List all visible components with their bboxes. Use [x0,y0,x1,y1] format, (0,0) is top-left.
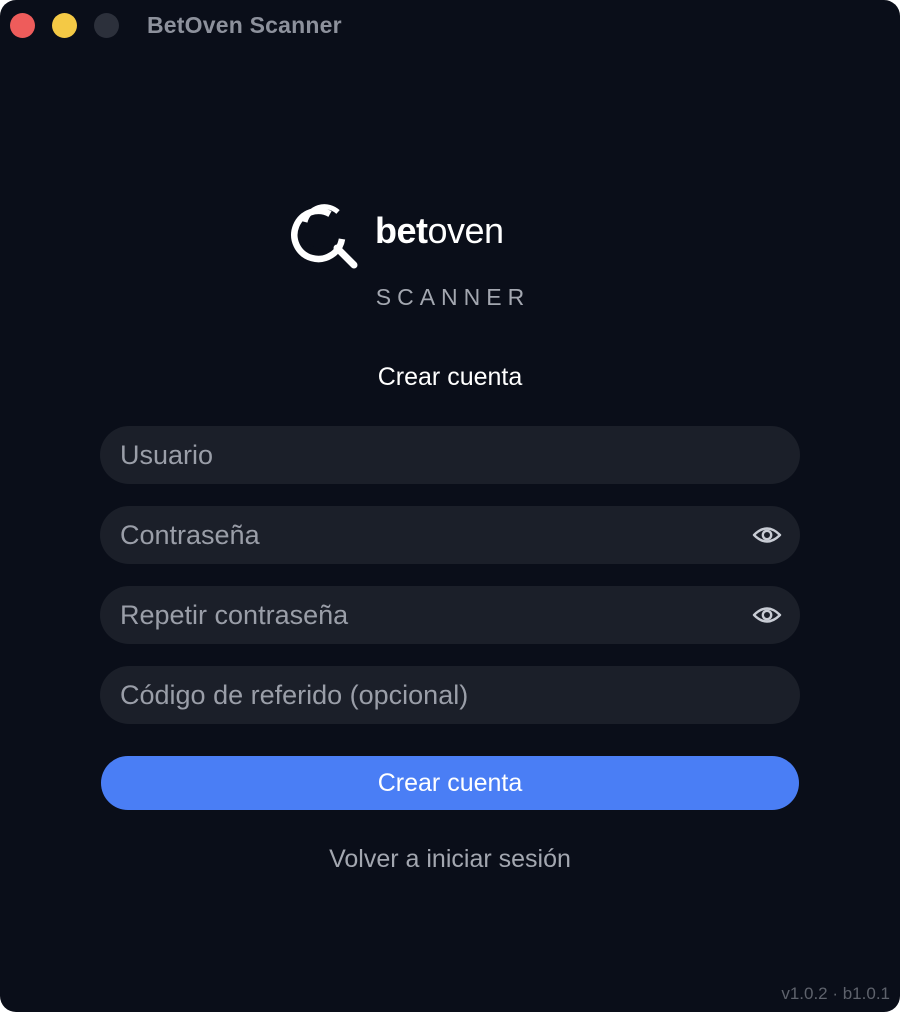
app-window: BetOven Scanner betoven SCANNER Crear cu… [0,0,900,1012]
username-field[interactable] [100,426,800,484]
password-input[interactable] [120,506,740,564]
brand-word-bold: bet [375,210,428,251]
magnifier-logo-icon [291,204,358,269]
window-title: BetOven Scanner [147,12,342,38]
title-bar[interactable]: BetOven Scanner [0,0,900,52]
eye-icon[interactable] [752,522,782,548]
brand-logo: betoven [290,198,610,278]
password-field[interactable] [100,506,800,564]
referral-code-input[interactable] [120,666,740,724]
brand-word-regular: oven [427,210,505,251]
brand-subtitle: SCANNER [375,284,531,310]
repeat-password-field[interactable] [100,586,800,644]
username-input[interactable] [120,426,740,484]
version-label: v1.0.2 · b1.0.1 [781,984,890,1003]
minimize-window-button[interactable] [52,13,77,38]
eye-icon[interactable] [752,602,782,628]
close-window-button[interactable] [10,13,35,38]
create-account-button[interactable]: Crear cuenta [101,756,799,810]
maximize-window-button [94,13,119,38]
form-heading: Crear cuenta [377,363,523,391]
repeat-password-input[interactable] [120,586,740,644]
brand-wordmark: betoven [375,210,504,252]
back-to-login-link[interactable]: Volver a iniciar sesión [0,845,900,874]
referral-code-field[interactable] [100,666,800,724]
